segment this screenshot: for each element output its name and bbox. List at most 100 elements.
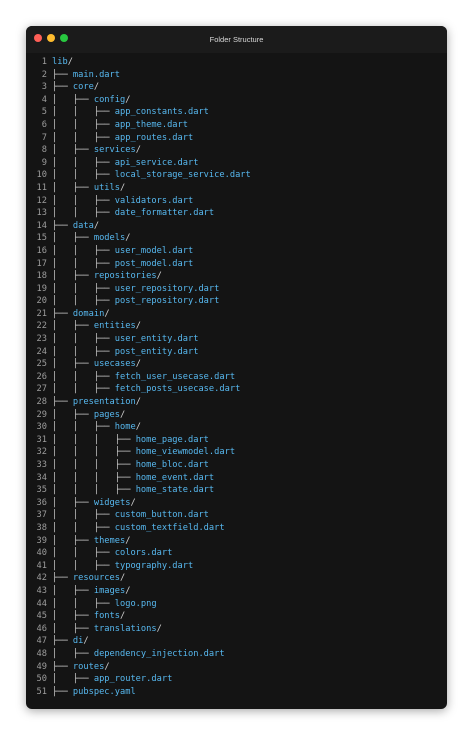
line-number: 14 (36, 220, 47, 231)
code-line: 7 │ │ ├── app_routes.dart (26, 132, 447, 145)
tree-branch: │ │ ├── (52, 522, 115, 533)
code-line: 46 │ ├── translations/ (26, 623, 447, 636)
folder-name: resources (72, 573, 120, 584)
code-line: 33 │ │ │ ├── home_bloc.dart (26, 459, 447, 472)
folder-name: services (93, 145, 136, 156)
tree-branch: │ ├── (52, 145, 94, 156)
file-name: custom_button.dart (114, 510, 209, 521)
file-name: post_entity.dart (114, 346, 199, 357)
code-line: 40 │ │ ├── colors.dart (26, 547, 447, 560)
line-number: 49 (36, 661, 47, 672)
line-number: 32 (36, 447, 47, 458)
line-number: 6 (41, 119, 47, 130)
path-slash: / (135, 145, 141, 156)
line-number: 27 (36, 384, 47, 395)
tree-branch: │ │ ├── (52, 296, 115, 307)
file-name: colors.dart (114, 548, 173, 559)
line-number: 2 (41, 69, 47, 80)
tree-branch: │ │ │ ├── (52, 434, 136, 445)
code-line: 41 │ │ ├── typography.dart (26, 560, 447, 573)
tree-branch: ├── (52, 686, 73, 697)
folder-name: widgets (93, 497, 131, 508)
line-number: 33 (36, 460, 47, 470)
code-line: 17 │ │ ├── post_model.dart (26, 258, 447, 271)
tree-branch: │ ├── (52, 623, 94, 634)
line-number: 47 (36, 636, 47, 647)
line-number: 29 (36, 409, 47, 420)
folder-name: di (72, 636, 84, 647)
tree-branch: ├── (52, 573, 73, 584)
line-text: │ ├── translations/ (47, 623, 162, 636)
line-text: │ ├── repositories/ (47, 270, 162, 283)
line-text: │ ├── models/ (47, 232, 130, 245)
file-name: custom_textfield.dart (114, 522, 225, 533)
line-text: │ ├── images/ (47, 585, 130, 598)
title-bar: Folder Structure (26, 26, 447, 53)
line-number: 8 (41, 145, 47, 156)
line-number: 1 (41, 57, 47, 67)
line-text: │ ├── entities/ (47, 320, 141, 333)
file-name: typography.dart (114, 560, 194, 571)
line-number: 31 (36, 434, 47, 445)
folder-name: themes (93, 535, 126, 546)
line-number: 24 (36, 346, 47, 357)
folder-name: entities (93, 321, 136, 332)
line-text: │ │ ├── user_repository.dart (47, 283, 219, 296)
path-slash: / (125, 535, 131, 546)
line-number: 38 (36, 522, 47, 533)
tree-branch: ├── (52, 636, 73, 647)
code-line: 8 │ ├── services/ (26, 144, 447, 157)
code-line: 34 │ │ │ ├── home_event.dart (26, 472, 447, 485)
code-line: 22 │ ├── entities/ (26, 320, 447, 333)
file-name: fetch_posts_usecase.dart (114, 384, 241, 395)
code-line: 49 ├── routes/ (26, 661, 447, 674)
file-name: pubspec.yaml (72, 686, 136, 697)
code-line: 6 │ │ ├── app_theme.dart (26, 119, 447, 132)
tree-branch: │ │ ├── (52, 346, 115, 357)
path-slash: / (125, 233, 131, 244)
path-slash: / (104, 308, 110, 319)
code-line: 43 │ ├── images/ (26, 585, 447, 598)
line-text: │ │ │ ├── home_event.dart (47, 472, 214, 485)
path-slash: / (135, 321, 141, 332)
path-slash: / (156, 271, 162, 282)
line-number: 36 (36, 497, 47, 508)
line-number: 13 (36, 208, 47, 219)
tree-branch: │ ├── (52, 648, 94, 659)
line-text: │ ├── usecases/ (47, 358, 141, 371)
tree-branch: │ ├── (52, 585, 94, 596)
line-number: 23 (36, 334, 47, 345)
line-number: 41 (36, 560, 47, 571)
code-line: 47 ├── di/ (26, 635, 447, 648)
line-number: 26 (36, 371, 47, 382)
path-slash: / (93, 82, 100, 93)
tree-branch: │ │ ├── (52, 334, 115, 345)
code-window: Folder Structure 1 lib/2 ├── main.dart 3 ├──… (26, 26, 447, 709)
path-slash: / (120, 573, 126, 584)
tree-branch: │ │ ├── (52, 560, 115, 571)
file-name: post_model.dart (114, 258, 194, 269)
file-name: date_formatter.dart (114, 208, 215, 219)
line-number: 25 (36, 359, 47, 370)
code-line: 11 │ ├── utils/ (26, 182, 447, 195)
line-number: 28 (36, 397, 47, 408)
file-name: home_viewmodel.dart (135, 447, 236, 458)
code-line: 5 │ │ ├── app_constants.dart (26, 106, 447, 119)
line-number: 37 (36, 510, 47, 521)
folder-name: home (114, 422, 136, 433)
line-text: │ │ ├── custom_button.dart (47, 509, 209, 522)
folder-name: data (72, 220, 94, 231)
code-line: 24 │ │ ├── post_entity.dart (26, 346, 447, 359)
tree-branch: │ │ ├── (52, 170, 115, 181)
line-number: 19 (36, 283, 47, 294)
tree-branch: ├── (52, 397, 73, 408)
code-line: 15 │ ├── models/ (26, 232, 447, 245)
code-line: 25 │ ├── usecases/ (26, 358, 447, 371)
tree-branch: │ ├── (52, 674, 94, 685)
line-text: │ ├── fonts/ (47, 610, 125, 623)
file-name: home_page.dart (135, 434, 209, 445)
folder-name: fonts (93, 611, 120, 622)
code-line: 35 │ │ │ ├── home_state.dart (26, 484, 447, 497)
file-name: local_storage_service.dart (114, 170, 251, 181)
tree-branch: │ │ ├── (52, 258, 115, 269)
